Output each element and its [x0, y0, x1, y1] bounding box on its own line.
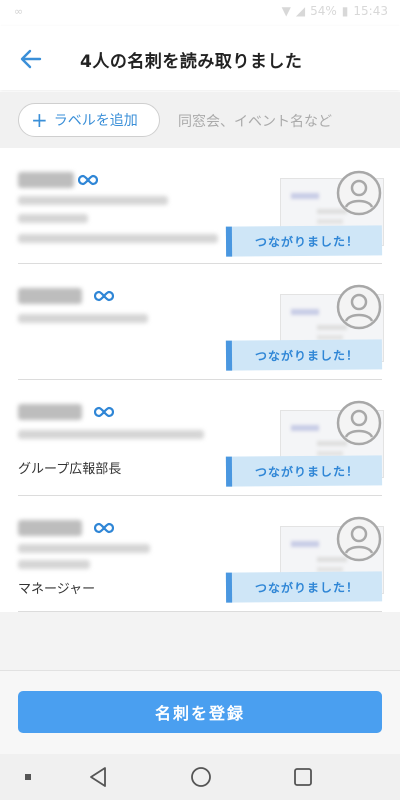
avatar-icon — [336, 170, 382, 216]
blurred-name — [18, 520, 82, 536]
menu-dot-icon[interactable] — [24, 773, 32, 781]
connected-badge: つながりました！ — [225, 455, 383, 487]
status-right: ▼ ◢ 54% ▮ 15:43 — [282, 4, 388, 18]
page-title: 4人の名刺を読み取りました — [80, 52, 303, 72]
link-icon — [94, 406, 114, 418]
card-item[interactable]: つながりました！ — [18, 264, 384, 380]
blurred-company — [18, 196, 168, 205]
label-hint: 同窓会、イベント名など — [178, 114, 332, 130]
arrow-left-icon — [20, 49, 42, 69]
avatar-icon — [336, 400, 382, 446]
list-end-spacer — [0, 612, 400, 670]
job-title: グループ広報部長 — [18, 462, 122, 477]
system-nav-bar — [0, 754, 400, 800]
blurred-address — [18, 234, 218, 243]
card-item[interactable]: グループ広報部長 つながりました！ — [18, 380, 384, 496]
plus-icon: + — [31, 108, 48, 132]
link-icon — [94, 290, 114, 302]
blurred-name — [18, 172, 74, 188]
connected-badge: つながりました！ — [225, 225, 383, 257]
blurred-company — [18, 544, 150, 553]
job-title: マネージャー — [18, 582, 96, 597]
link-icon — [78, 174, 98, 186]
footer: 名刺を登録 — [0, 670, 400, 754]
card-item[interactable]: マネージャー つながりました！ — [18, 496, 384, 612]
status-left-icon: ∞ — [14, 5, 24, 18]
blurred-company — [18, 430, 204, 439]
avatar-icon — [336, 284, 382, 330]
status-bar: ∞ ▼ ◢ 54% ▮ 15:43 — [0, 0, 400, 26]
blurred-name — [18, 404, 82, 420]
back-nav-icon[interactable] — [88, 766, 108, 788]
link-icon — [94, 522, 114, 534]
add-label-text: ラベルを追加 — [53, 113, 138, 129]
blurred-company — [18, 314, 148, 323]
battery-icon: ▮ — [341, 4, 349, 18]
app-header: 4人の名刺を読み取りました — [0, 26, 400, 90]
wifi-icon: ▼ — [281, 4, 291, 18]
blurred-name — [18, 288, 82, 304]
home-nav-icon[interactable] — [190, 766, 212, 788]
card-item[interactable]: つながりました！ — [18, 148, 384, 264]
connected-badge: つながりました！ — [225, 339, 383, 371]
add-label-button[interactable]: + ラベルを追加 — [18, 103, 160, 137]
avatar-icon — [336, 516, 382, 562]
recents-nav-icon[interactable] — [292, 766, 314, 788]
signal-icon: ◢ — [295, 4, 306, 18]
blurred-dept — [18, 214, 88, 223]
battery-percent: 54% — [310, 4, 337, 18]
back-button[interactable] — [18, 46, 44, 72]
connected-badge: つながりました！ — [225, 571, 383, 603]
blurred-dept — [18, 560, 90, 569]
label-bar: + ラベルを追加 同窓会、イベント名など — [0, 92, 400, 148]
status-time: 15:43 — [353, 4, 388, 18]
register-button[interactable]: 名刺を登録 — [18, 691, 382, 733]
